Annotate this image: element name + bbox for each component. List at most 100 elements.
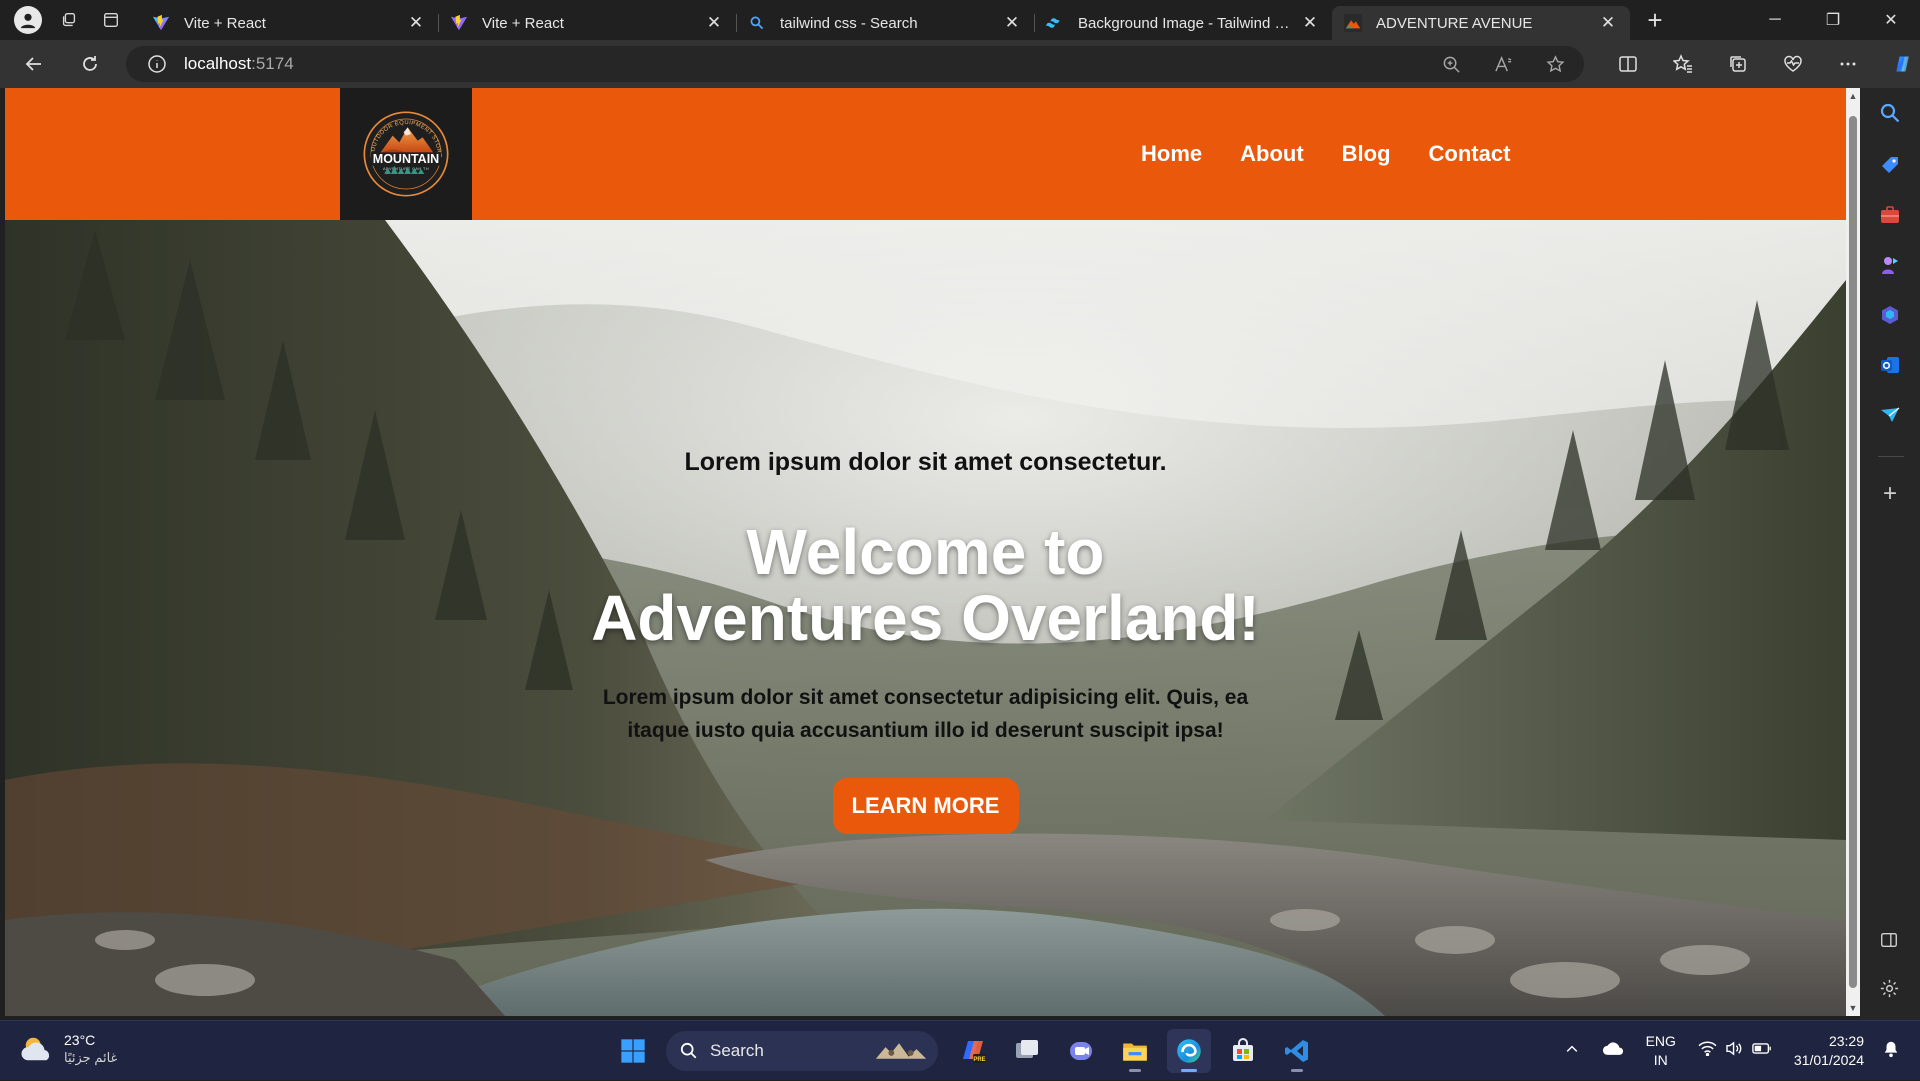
notification-bell-icon[interactable]	[1882, 1040, 1900, 1063]
favorite-star-icon[interactable]	[1540, 49, 1570, 79]
volume-icon[interactable]	[1725, 1041, 1744, 1061]
restore-icon[interactable]: ❐	[1804, 0, 1862, 40]
copilot-icon[interactable]	[1875, 40, 1920, 88]
tab-actions-icon[interactable]	[96, 5, 126, 35]
onedrive-cloud-icon[interactable]	[1602, 1041, 1624, 1061]
split-screen-icon[interactable]	[1600, 40, 1655, 88]
site-info-icon[interactable]	[146, 53, 168, 75]
input-language[interactable]: ENG IN	[1646, 1032, 1676, 1070]
weather-temperature: 23°C	[64, 1032, 96, 1048]
file-explorer-icon[interactable]	[1113, 1029, 1157, 1073]
weather-condition: غائم جزئيًا	[64, 1050, 118, 1065]
site-header: OUTDOOR EQUIPMENT STORE MOUNTAIN ADVENTU…	[5, 88, 1846, 220]
page-scrollbar[interactable]: ▲ ▼	[1846, 88, 1860, 1016]
scrollbar-thumb[interactable]	[1849, 116, 1857, 988]
hide-sidebar-icon[interactable]	[1879, 930, 1901, 952]
address-bar-actions	[1436, 46, 1570, 82]
sidebar-settings-icon[interactable]	[1879, 978, 1901, 1000]
tab-vite-react-1[interactable]: Vite + React ✕	[140, 6, 438, 40]
vscode-icon[interactable]	[1275, 1029, 1319, 1073]
browser-tools	[1600, 40, 1920, 88]
hero-kicker: Lorem ipsum dolor sit amet consectetur.	[684, 448, 1167, 476]
nav-about-link[interactable]: About	[1240, 141, 1304, 167]
collections-icon[interactable]	[1710, 40, 1765, 88]
system-clock[interactable]: 23:29 31/01/2024	[1794, 1032, 1864, 1070]
tab-adventure-avenue[interactable]: ADVENTURE AVENUE ✕	[1332, 6, 1630, 40]
start-button[interactable]	[611, 1029, 655, 1073]
windows-logo-icon	[621, 1039, 645, 1063]
tab-strip: Vite + React ✕ Vite + React ✕ tailwind c…	[0, 0, 1920, 40]
tab-background-image-tailwind[interactable]: Background Image - Tailwind CSS ✕	[1034, 6, 1332, 40]
read-aloud-icon[interactable]	[1488, 49, 1518, 79]
nav-contact-link[interactable]: Contact	[1429, 141, 1511, 167]
wifi-icon[interactable]	[1698, 1041, 1717, 1061]
scroll-down-icon[interactable]: ▼	[1848, 1003, 1858, 1013]
site-nav: Home About Blog Contact	[1141, 88, 1510, 220]
add-sidebar-app-icon[interactable]: +	[1879, 482, 1901, 506]
scroll-up-icon[interactable]: ▲	[1848, 91, 1858, 101]
browser-sidebar: +	[1860, 88, 1920, 1020]
tab-title: Vite + React	[184, 14, 266, 32]
profile-avatar-icon[interactable]	[14, 6, 42, 34]
copilot-pre-app-icon[interactable]: PRE	[951, 1029, 995, 1073]
nav-blog-link[interactable]: Blog	[1342, 141, 1391, 167]
hero-title-line-1: Welcome to	[746, 516, 1105, 588]
language-code: ENG	[1645, 1033, 1676, 1049]
task-view-icon[interactable]	[1005, 1029, 1049, 1073]
games-icon[interactable]	[1879, 254, 1901, 276]
address-bar[interactable]: localhost:5174	[126, 46, 1584, 82]
sidebar-divider	[1878, 456, 1904, 457]
logo-sub-text: ADVENTURE CAN TH	[383, 167, 429, 171]
show-hidden-icons-chevron-icon[interactable]	[1564, 1041, 1580, 1062]
mountain-logo-icon: OUTDOOR EQUIPMENT STORE MOUNTAIN ADVENTU…	[363, 111, 449, 197]
close-tab-icon[interactable]: ✕	[1598, 13, 1618, 33]
vite-icon	[450, 14, 468, 32]
tab-title: ADVENTURE AVENUE	[1376, 14, 1533, 32]
taskbar-apps: Search PRE	[606, 1029, 1324, 1073]
microsoft-365-icon[interactable]	[1879, 304, 1901, 326]
close-tab-icon[interactable]: ✕	[1300, 13, 1320, 33]
teams-chat-icon[interactable]	[1059, 1029, 1103, 1073]
page-viewport: OUTDOOR EQUIPMENT STORE MOUNTAIN ADVENTU…	[5, 88, 1846, 1016]
close-tab-icon[interactable]: ✕	[1002, 13, 1022, 33]
edge-browser-icon[interactable]	[1167, 1029, 1211, 1073]
url-port: :5174	[251, 54, 294, 73]
hero-title: Welcome to Adventures Overland!	[5, 519, 1846, 651]
clock-date: 31/01/2024	[1793, 1052, 1864, 1068]
more-menu-icon[interactable]	[1820, 40, 1875, 88]
refresh-icon[interactable]	[72, 46, 108, 82]
search-highlight-icon	[875, 1043, 927, 1059]
taskbar-search[interactable]: Search	[666, 1031, 938, 1071]
microsoft-store-icon[interactable]	[1221, 1029, 1265, 1073]
browser-essentials-icon[interactable]	[1765, 40, 1820, 88]
workspaces-icon[interactable]	[54, 5, 84, 35]
tab-tailwind-search[interactable]: tailwind css - Search ✕	[736, 6, 1034, 40]
shopping-tag-icon[interactable]	[1879, 154, 1901, 176]
svg-text:PRE: PRE	[973, 1057, 985, 1063]
language-region: IN	[1653, 1052, 1668, 1068]
back-icon[interactable]	[16, 46, 52, 82]
close-window-icon[interactable]: ✕	[1862, 0, 1920, 40]
nav-home-link[interactable]: Home	[1141, 141, 1202, 167]
drop-send-icon[interactable]	[1879, 404, 1901, 426]
url-text: localhost:5174	[184, 54, 294, 74]
outlook-icon[interactable]	[1879, 354, 1901, 376]
running-indicator	[1129, 1069, 1141, 1072]
search-icon[interactable]	[1879, 102, 1901, 124]
new-tab-button[interactable]: +	[1638, 3, 1672, 37]
favorites-icon[interactable]	[1655, 40, 1710, 88]
search-icon	[680, 1042, 697, 1059]
zoom-icon[interactable]	[1436, 49, 1466, 79]
logo-main-text: MOUNTAIN	[373, 152, 439, 166]
minimize-icon[interactable]: ─	[1746, 0, 1804, 40]
close-tab-icon[interactable]: ✕	[704, 13, 724, 33]
window-controls: ─ ❐ ✕	[1746, 0, 1920, 40]
tools-briefcase-icon[interactable]	[1879, 204, 1901, 226]
learn-more-button[interactable]: LEARN MORE	[832, 778, 1019, 834]
battery-icon[interactable]	[1752, 1042, 1772, 1060]
site-logo[interactable]: OUTDOOR EQUIPMENT STORE MOUNTAIN ADVENTU…	[340, 88, 472, 220]
weather-widget[interactable]: 23°C غائم جزئيًا	[20, 1031, 117, 1067]
tab-title: Background Image - Tailwind CSS	[1078, 14, 1300, 32]
close-tab-icon[interactable]: ✕	[406, 13, 426, 33]
tab-vite-react-2[interactable]: Vite + React ✕	[438, 6, 736, 40]
